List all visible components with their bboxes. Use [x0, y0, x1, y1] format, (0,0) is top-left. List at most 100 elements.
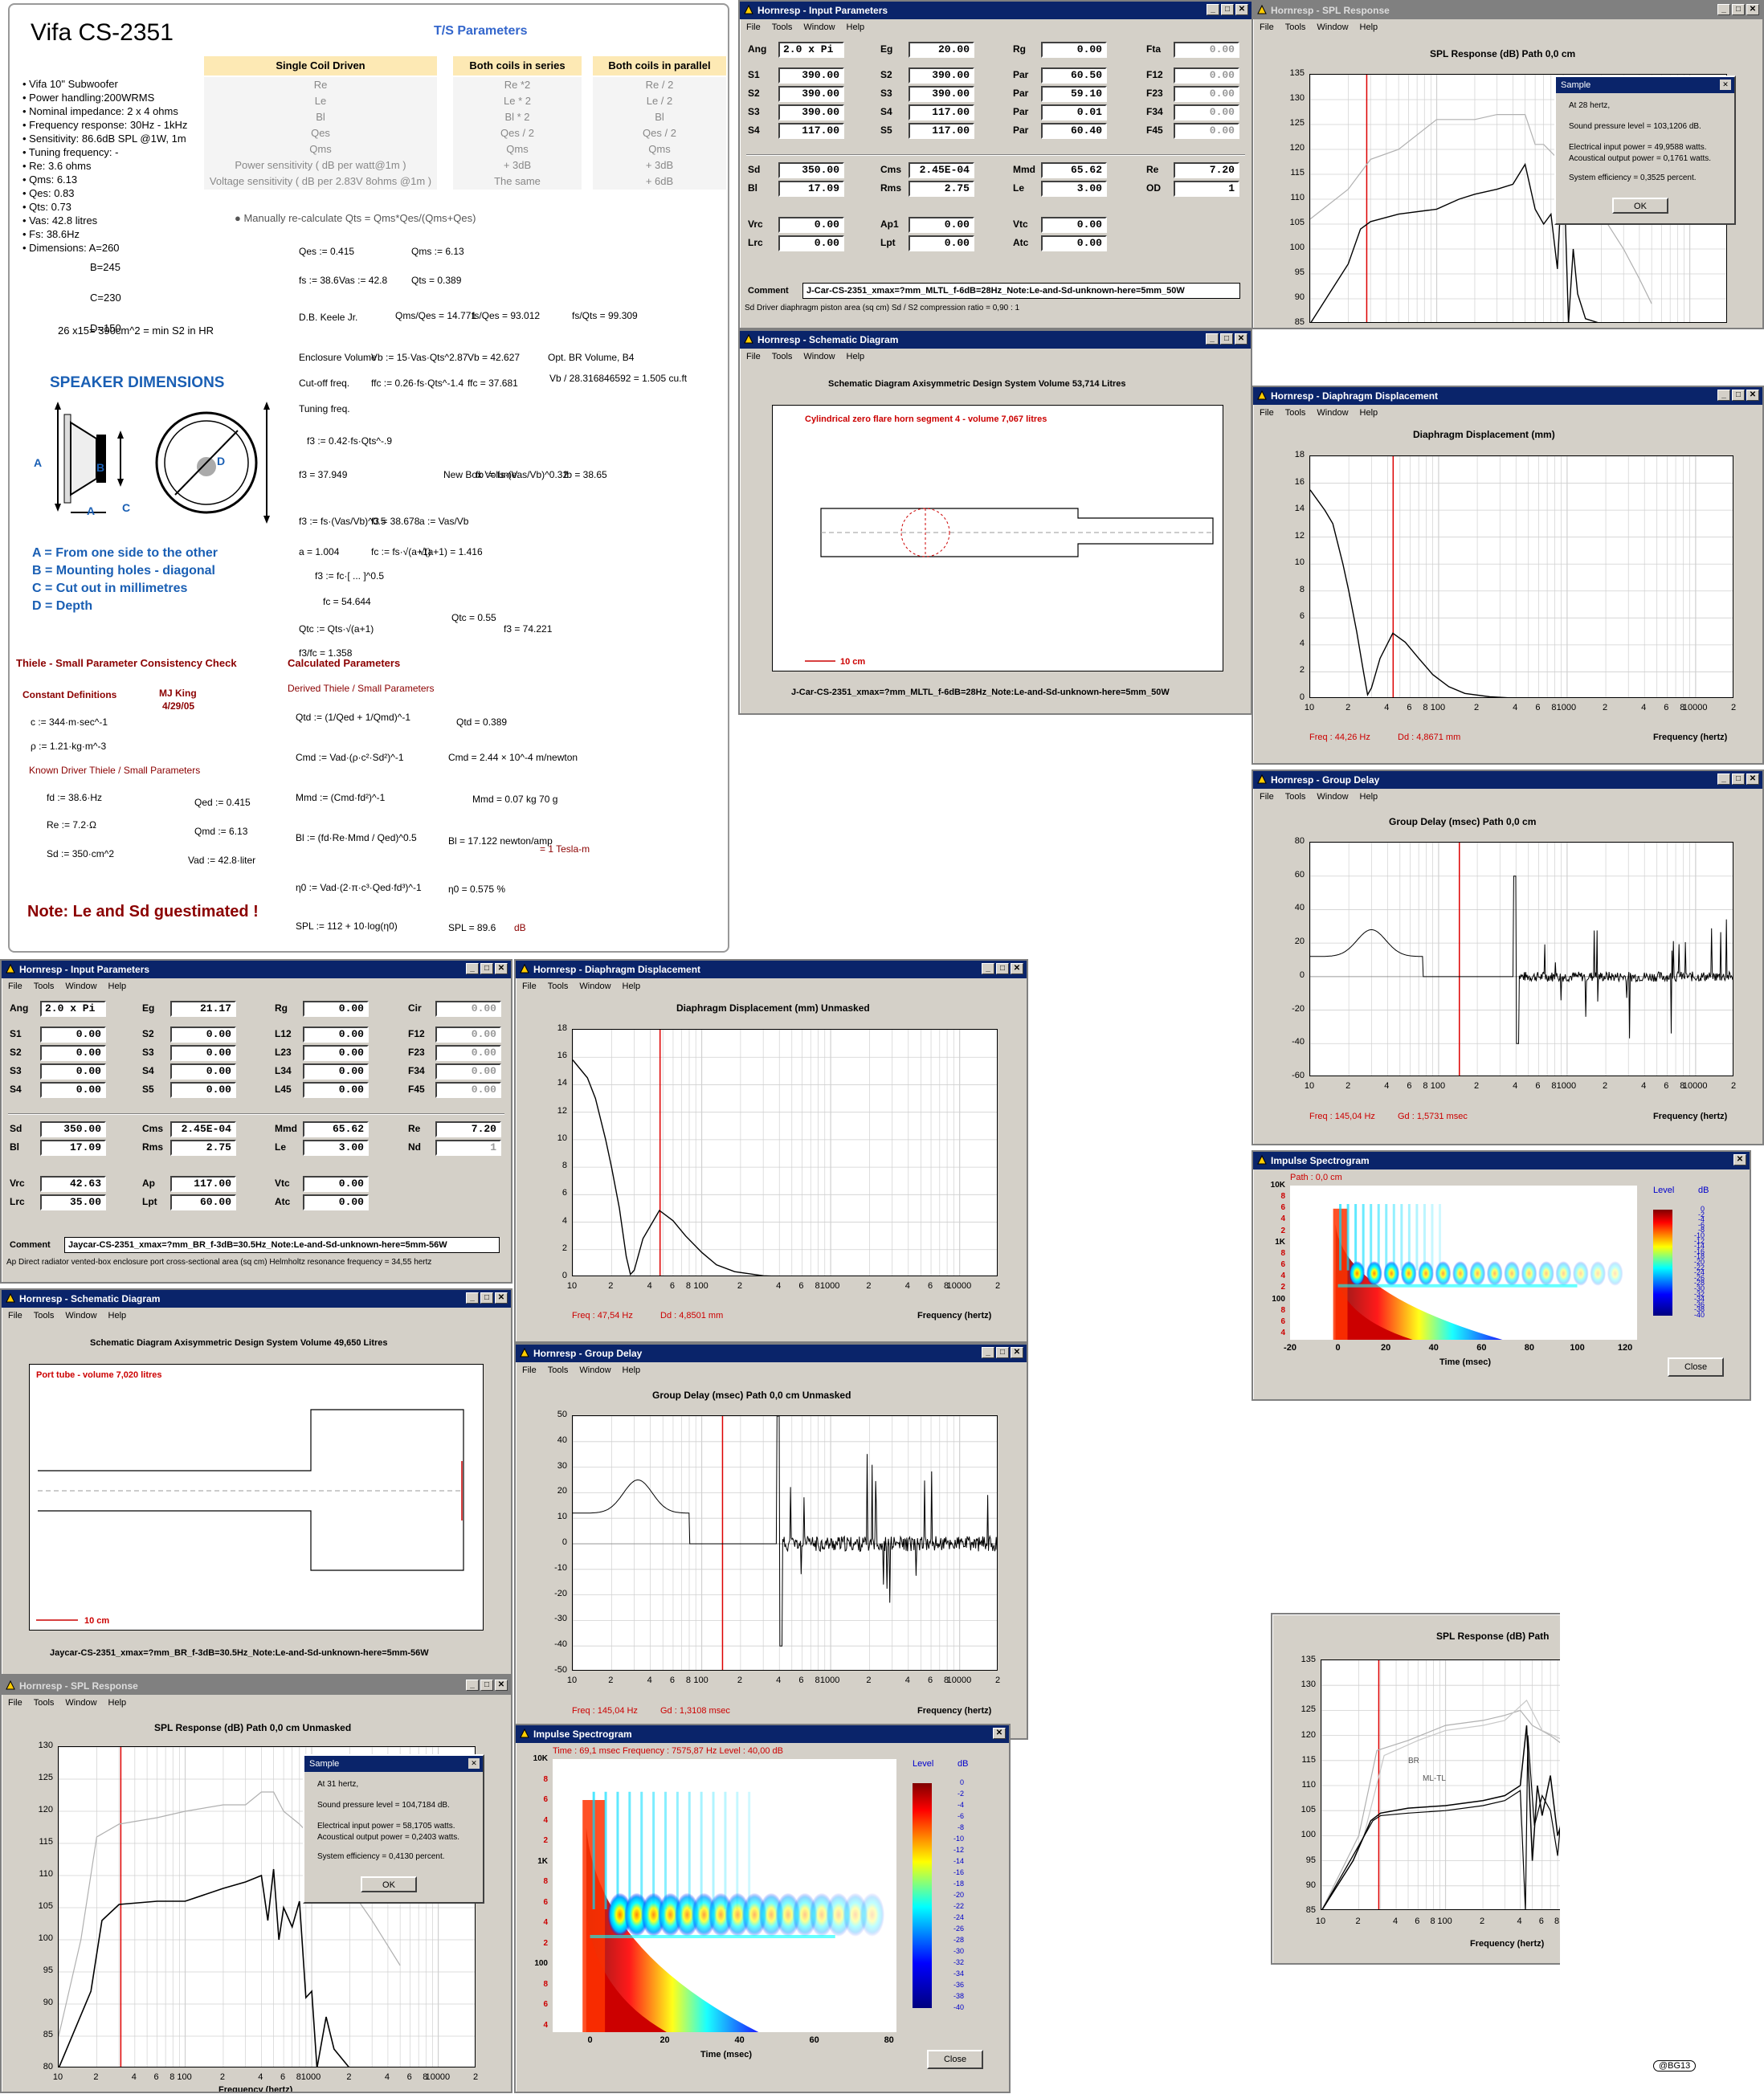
param-field[interactable]: 60.00 — [170, 1194, 236, 1210]
param-field[interactable]: 60.50 — [1041, 67, 1107, 84]
param-field[interactable]: 0.00 — [303, 1082, 369, 1098]
window-titlebar[interactable]: Hornresp - Input Parameters _ □ ✕ — [740, 2, 1252, 19]
plot-area[interactable] — [572, 1029, 998, 1276]
param-field[interactable]: 0.00 — [1174, 67, 1239, 84]
menu-help[interactable]: Help — [1360, 22, 1378, 32]
menu-tools[interactable]: Tools — [34, 1698, 55, 1708]
param-field[interactable]: 20.00 — [909, 42, 974, 58]
close-icon[interactable]: ✕ — [1235, 4, 1248, 15]
window-titlebar[interactable]: Impulse Spectrogram ✕ — [516, 1725, 1009, 1743]
menu-tools[interactable]: Tools — [1285, 408, 1306, 418]
param-field[interactable]: 1 — [1174, 181, 1239, 197]
menu-tools[interactable]: Tools — [1285, 22, 1306, 32]
maximize-icon[interactable]: □ — [480, 963, 493, 974]
menu-window[interactable]: Window — [65, 1311, 96, 1320]
close-icon[interactable]: ✕ — [1720, 80, 1731, 90]
param-field[interactable]: 0.00 — [778, 235, 844, 251]
window-titlebar[interactable]: Hornresp - Diaphragm Displacement _ □ ✕ — [1253, 387, 1762, 405]
param-field[interactable]: 0.00 — [40, 1045, 106, 1061]
param-field[interactable]: 390.00 — [778, 67, 844, 84]
minimize-icon[interactable]: _ — [982, 1347, 994, 1358]
window-titlebar[interactable]: Hornresp - Schematic Diagram _ □ ✕ — [2, 1290, 511, 1308]
close-icon[interactable]: ✕ — [495, 1680, 508, 1691]
maximize-icon[interactable]: □ — [480, 1680, 493, 1691]
menu-tools[interactable]: Tools — [1285, 792, 1306, 802]
param-field[interactable]: 0.00 — [40, 1082, 106, 1098]
close-icon[interactable]: ✕ — [495, 963, 508, 974]
plot-area[interactable] — [1309, 842, 1733, 1076]
param-field[interactable]: 65.62 — [1041, 162, 1107, 178]
ok-button[interactable]: OK — [1612, 198, 1668, 214]
param-field[interactable]: 0.00 — [1041, 235, 1107, 251]
minimize-icon[interactable]: _ — [1207, 4, 1219, 15]
param-field[interactable]: 0.00 — [170, 1063, 236, 1080]
close-icon[interactable]: ✕ — [1011, 1347, 1023, 1358]
close-icon[interactable]: ✕ — [993, 1728, 1006, 1739]
menu-file[interactable]: File — [1260, 22, 1274, 32]
menu-window[interactable]: Window — [803, 352, 835, 361]
param-field[interactable]: 0.00 — [778, 217, 844, 233]
menu-file[interactable]: File — [8, 982, 22, 991]
param-field[interactable]: 117.00 — [778, 123, 844, 139]
maximize-icon[interactable]: □ — [996, 1347, 1009, 1358]
menu-help[interactable]: Help — [108, 1311, 127, 1320]
menu-tools[interactable]: Tools — [34, 1311, 55, 1320]
param-field[interactable]: 7.20 — [435, 1121, 501, 1137]
menu-tools[interactable]: Tools — [772, 352, 793, 361]
minimize-icon[interactable]: _ — [1717, 4, 1730, 15]
menu-window[interactable]: Window — [1317, 792, 1348, 802]
spectrogram-plot[interactable] — [1290, 1186, 1637, 1340]
window-titlebar[interactable]: Impulse Spectrogram ✕ — [1253, 1152, 1750, 1169]
close-button[interactable]: Close — [1668, 1357, 1724, 1377]
menu-help[interactable]: Help — [1360, 792, 1378, 802]
maximize-icon[interactable]: □ — [1732, 4, 1745, 15]
menu-tools[interactable]: Tools — [548, 982, 569, 991]
param-field[interactable]: 117.00 — [909, 104, 974, 120]
param-field[interactable]: 0.00 — [1174, 86, 1239, 102]
param-field[interactable]: 0.01 — [1041, 104, 1107, 120]
window-titlebar[interactable]: Hornresp - SPL Response _ □ ✕ — [2, 1677, 511, 1695]
menu-help[interactable]: Help — [1360, 408, 1378, 418]
menu-window[interactable]: Window — [579, 1365, 610, 1375]
menu-window[interactable]: Window — [1317, 408, 1348, 418]
plot-area[interactable] — [1309, 455, 1733, 698]
param-field[interactable]: 390.00 — [778, 86, 844, 102]
param-field[interactable]: 2.0 x Pi — [778, 42, 844, 58]
param-field[interactable]: 0.00 — [1174, 123, 1239, 139]
param-field[interactable]: 35.00 — [40, 1194, 106, 1210]
param-field[interactable]: 2.0 x Pi — [40, 1001, 106, 1017]
ok-button[interactable]: OK — [361, 1876, 417, 1892]
menu-window[interactable]: Window — [65, 982, 96, 991]
param-field[interactable]: 17.09 — [40, 1140, 106, 1156]
close-button[interactable]: Close — [927, 2050, 983, 2069]
param-field[interactable]: 390.00 — [778, 104, 844, 120]
param-field[interactable]: 117.00 — [170, 1176, 236, 1192]
plot-area[interactable] — [572, 1415, 998, 1671]
menu-file[interactable]: File — [1260, 792, 1274, 802]
dialog-titlebar[interactable]: Sample ✕ — [304, 1756, 483, 1772]
param-field[interactable]: 0.00 — [1041, 42, 1107, 58]
close-icon[interactable]: ✕ — [1733, 1154, 1746, 1165]
param-field[interactable]: 0.00 — [303, 1176, 369, 1192]
param-field[interactable]: 390.00 — [909, 86, 974, 102]
param-field[interactable]: 2.45E-04 — [170, 1121, 236, 1137]
close-icon[interactable]: ✕ — [1011, 963, 1023, 974]
menu-tools[interactable]: Tools — [548, 1365, 569, 1375]
param-field[interactable]: 7.20 — [1174, 162, 1239, 178]
menu-file[interactable]: File — [8, 1698, 22, 1708]
minimize-icon[interactable]: _ — [1717, 774, 1730, 785]
param-field[interactable]: 59.10 — [1041, 86, 1107, 102]
param-field[interactable]: 2.75 — [909, 181, 974, 197]
param-field[interactable]: 0.00 — [435, 1045, 501, 1061]
close-icon[interactable]: ✕ — [1746, 4, 1759, 15]
param-field[interactable]: 0.00 — [170, 1045, 236, 1061]
param-field[interactable]: 0.00 — [435, 1063, 501, 1080]
param-field[interactable]: 0.00 — [1174, 104, 1239, 120]
minimize-icon[interactable]: _ — [1717, 390, 1730, 401]
plot-area[interactable]: BR ML-TL — [1321, 1659, 1560, 1910]
close-icon[interactable]: ✕ — [1235, 333, 1247, 345]
menu-file[interactable]: File — [746, 22, 761, 32]
param-field[interactable]: 2.45E-04 — [909, 162, 974, 178]
minimize-icon[interactable]: _ — [466, 1292, 479, 1304]
minimize-icon[interactable]: _ — [982, 963, 994, 974]
